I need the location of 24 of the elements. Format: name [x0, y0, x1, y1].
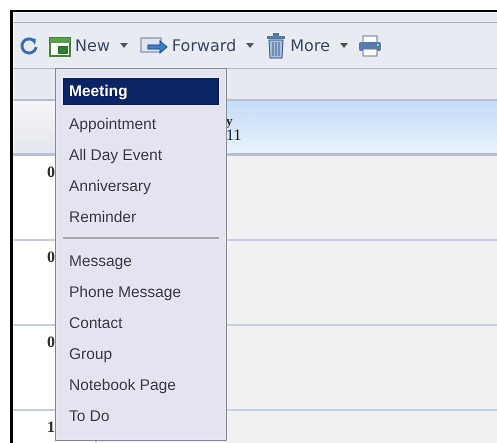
menu-item[interactable]: To Do: [63, 401, 219, 432]
menu-item[interactable]: Reminder: [63, 202, 219, 233]
time-label: 0: [47, 164, 55, 182]
printer-icon[interactable]: [358, 34, 382, 56]
menu-item[interactable]: Meeting: [63, 78, 219, 105]
menu-item[interactable]: Appointment: [63, 109, 219, 140]
time-label: 0: [47, 334, 55, 352]
menu-item[interactable]: Notebook Page: [63, 370, 219, 401]
forward-icon: [140, 36, 168, 56]
menu-item[interactable]: Anniversary: [63, 171, 219, 202]
refresh-icon[interactable]: [19, 36, 39, 56]
menu-item[interactable]: Phone Message: [63, 277, 219, 308]
delete-button[interactable]: More: [264, 30, 350, 60]
date-label: 11: [226, 127, 242, 145]
menu-item[interactable]: Group: [63, 339, 219, 370]
time-label: 1: [47, 419, 55, 437]
forward-button[interactable]: Forward: [138, 34, 256, 58]
menu-item[interactable]: All Day Event: [63, 140, 219, 171]
menu-item[interactable]: Contact: [63, 308, 219, 339]
trash-icon: [266, 32, 286, 58]
time-label: 0: [47, 249, 55, 267]
new-button[interactable]: New: [47, 32, 130, 58]
calendar-icon: [49, 34, 71, 56]
menu-item[interactable]: Message: [63, 246, 219, 277]
